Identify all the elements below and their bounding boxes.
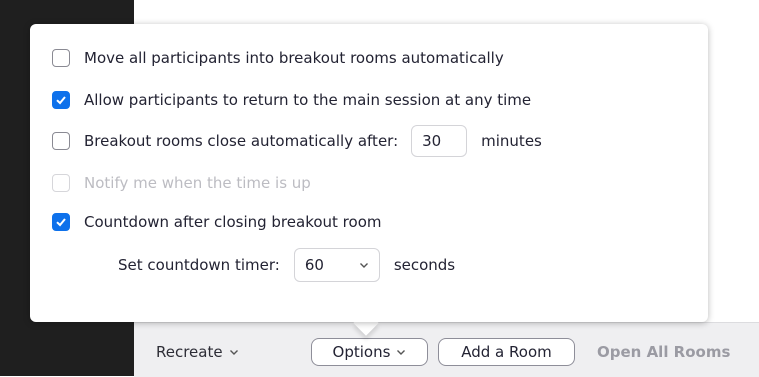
notify-checkbox [52, 174, 70, 192]
option-countdown-timer: Set countdown timer: 60 seconds [118, 248, 455, 282]
notify-label: Notify me when the time is up [84, 174, 311, 192]
allow-return-label: Allow participants to return to the main… [84, 91, 532, 109]
countdown-timer-select[interactable]: 60 [293, 248, 380, 282]
option-notify: Notify me when the time is up [52, 174, 311, 192]
auto-close-checkbox[interactable] [52, 132, 70, 150]
breakout-toolbar: Recreate Options Add a Room Open All Roo… [134, 322, 759, 377]
countdown-checkbox[interactable] [52, 213, 70, 231]
options-button[interactable]: Options [311, 338, 428, 366]
auto-close-label: Breakout rooms close automatically after… [84, 132, 399, 150]
checkmark-icon [56, 218, 66, 227]
countdown-timer-value: 60 [304, 256, 324, 274]
add-room-label: Add a Room [461, 343, 552, 361]
chevron-down-icon [359, 263, 368, 268]
chevron-down-icon [229, 350, 238, 355]
option-auto-close: Breakout rooms close automatically after… [52, 125, 542, 157]
allow-return-checkbox[interactable] [52, 91, 70, 109]
option-move-all: Move all participants into breakout room… [52, 49, 504, 67]
recreate-button[interactable]: Recreate [156, 343, 239, 361]
move-all-label: Move all participants into breakout room… [84, 49, 504, 67]
minutes-input[interactable] [411, 125, 468, 157]
countdown-label: Countdown after closing breakout room [84, 213, 382, 231]
options-label: Options [332, 343, 391, 361]
chevron-down-icon [397, 350, 406, 355]
open-all-rooms-label: Open All Rooms [597, 343, 731, 361]
option-allow-return: Allow participants to return to the main… [52, 91, 531, 109]
countdown-timer-unit: seconds [393, 256, 456, 274]
add-room-button[interactable]: Add a Room [438, 338, 575, 366]
options-popover: Move all participants into breakout room… [30, 24, 708, 322]
recreate-label: Recreate [156, 343, 223, 361]
countdown-timer-label: Set countdown timer: [118, 256, 280, 274]
option-countdown: Countdown after closing breakout room [52, 213, 381, 231]
minutes-unit: minutes [481, 132, 542, 150]
checkmark-icon [56, 96, 66, 105]
open-all-rooms-button[interactable]: Open All Rooms [597, 343, 730, 361]
move-all-checkbox[interactable] [52, 49, 70, 67]
